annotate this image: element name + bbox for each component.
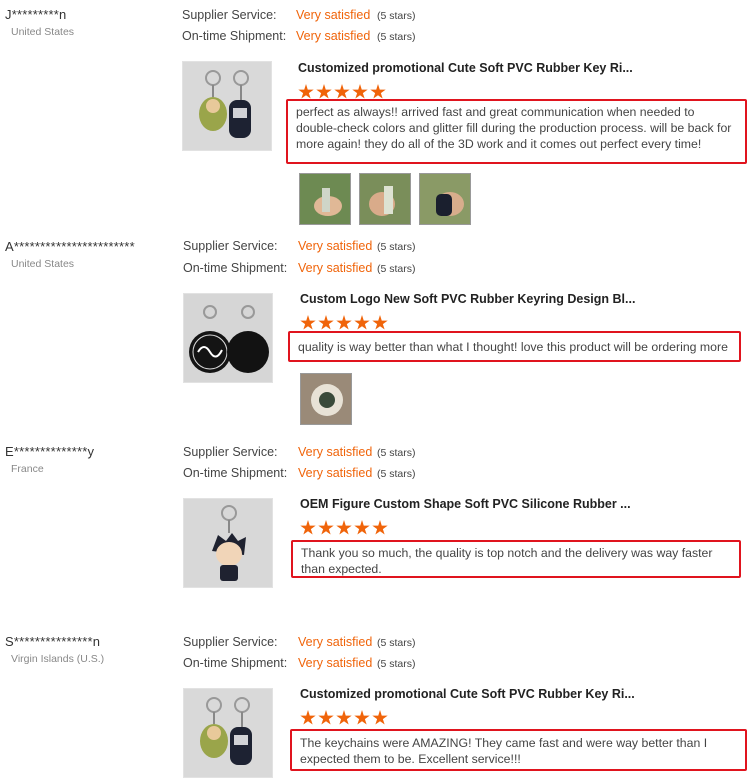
- review-comment: perfect as always!! arrived fast and gre…: [286, 99, 747, 164]
- ontime-shipment-label: On-time Shipment:: [182, 29, 287, 43]
- review-photo-thumbnail[interactable]: [419, 173, 471, 225]
- product-title-link[interactable]: Customized promotional Cute Soft PVC Rub…: [300, 687, 635, 701]
- star-icon: [372, 710, 388, 725]
- star-icon: [354, 315, 370, 330]
- ontime-shipment-value: Very satisfied: [296, 29, 371, 43]
- star-icon: [300, 710, 316, 725]
- ontime-shipment-value: Very satisfied: [298, 656, 373, 670]
- supplier-service-stars: (5 stars): [377, 241, 416, 253]
- star-icon: [372, 315, 388, 330]
- star-icon: [354, 710, 370, 725]
- star-icon: [298, 84, 314, 99]
- rating-stars: [300, 710, 388, 726]
- ontime-shipment-label: On-time Shipment:: [183, 656, 288, 670]
- ontime-shipment-stars: (5 stars): [377, 658, 416, 670]
- buyer-name: E**************y: [5, 444, 95, 459]
- ontime-shipment-label: On-time Shipment:: [183, 466, 288, 480]
- review-photo-thumbnail[interactable]: [359, 173, 411, 225]
- review-photo-thumbnail[interactable]: [299, 173, 351, 225]
- supplier-service-value: Very satisfied: [298, 445, 373, 459]
- supplier-service-stars: (5 stars): [377, 637, 416, 649]
- star-icon: [336, 710, 352, 725]
- star-icon: [318, 315, 334, 330]
- supplier-service-stars: (5 stars): [377, 447, 416, 459]
- supplier-service-label: Supplier Service:: [183, 635, 278, 649]
- star-icon: [336, 520, 352, 535]
- star-icon: [334, 84, 350, 99]
- supplier-service-value: Very satisfied: [298, 635, 373, 649]
- star-icon: [318, 520, 334, 535]
- product-image[interactable]: [183, 498, 273, 588]
- star-icon: [354, 520, 370, 535]
- buyer-country: United States: [11, 258, 75, 270]
- product-image[interactable]: [182, 61, 272, 151]
- review-comment: quality is way better than what I though…: [288, 331, 741, 362]
- ontime-shipment-value: Very satisfied: [298, 466, 373, 480]
- star-icon: [372, 520, 388, 535]
- product-title-link[interactable]: OEM Figure Custom Shape Soft PVC Silicon…: [300, 497, 631, 511]
- rating-stars: [300, 315, 388, 331]
- ontime-shipment-stars: (5 stars): [377, 263, 416, 275]
- buyer-name: A***********************: [5, 239, 135, 254]
- buyer-name: S***************n: [5, 634, 101, 649]
- supplier-service-stars: (5 stars): [377, 10, 416, 22]
- ontime-shipment-label: On-time Shipment:: [183, 261, 288, 275]
- buyer-country: France: [11, 463, 44, 475]
- ontime-shipment-value: Very satisfied: [298, 261, 373, 275]
- buyer-country: Virgin Islands (U.S.): [11, 653, 105, 665]
- supplier-service-label: Supplier Service:: [182, 8, 277, 22]
- buyer-country: United States: [11, 26, 75, 38]
- buyer-name: J*********n: [5, 7, 67, 22]
- star-icon: [316, 84, 332, 99]
- supplier-service-label: Supplier Service:: [183, 445, 278, 459]
- product-title-link[interactable]: Custom Logo New Soft PVC Rubber Keyring …: [300, 292, 635, 306]
- supplier-service-value: Very satisfied: [298, 239, 373, 253]
- product-image[interactable]: [183, 293, 273, 383]
- rating-stars: [298, 84, 386, 100]
- product-image[interactable]: [183, 688, 273, 778]
- star-icon: [300, 315, 316, 330]
- supplier-service-value: Very satisfied: [296, 8, 371, 22]
- review-photo-thumbnail[interactable]: [300, 373, 352, 425]
- star-icon: [352, 84, 368, 99]
- star-icon: [370, 84, 386, 99]
- ontime-shipment-stars: (5 stars): [377, 31, 416, 43]
- star-icon: [300, 520, 316, 535]
- supplier-service-label: Supplier Service:: [183, 239, 278, 253]
- review-comment: Thank you so much, the quality is top no…: [291, 540, 741, 578]
- product-title-link[interactable]: Customized promotional Cute Soft PVC Rub…: [298, 61, 633, 75]
- review-comment: The keychains were AMAZING! They came fa…: [290, 729, 747, 771]
- star-icon: [336, 315, 352, 330]
- ontime-shipment-stars: (5 stars): [377, 468, 416, 480]
- rating-stars: [300, 520, 388, 536]
- star-icon: [318, 710, 334, 725]
